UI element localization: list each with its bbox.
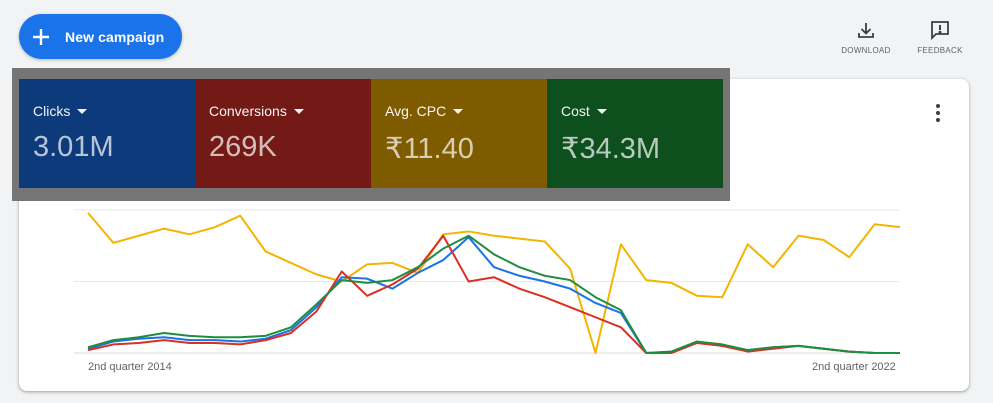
metric-value: ₹11.40: [385, 133, 474, 165]
metric-tile-cost[interactable]: Cost ₹34.3M: [547, 79, 723, 188]
x-tick-label: 2nd quarter 2022: [812, 361, 896, 373]
download-button[interactable]: DOWNLOAD: [836, 18, 896, 58]
metric-tile-conversions[interactable]: Conversions 269K: [195, 79, 371, 188]
feedback-button[interactable]: FEEDBACK: [910, 18, 970, 58]
metric-tile-avg-cpc[interactable]: Avg. CPC ₹11.40: [371, 79, 547, 188]
new-campaign-label: New campaign: [65, 28, 165, 45]
metric-name-text: Conversions: [209, 103, 287, 119]
metric-name[interactable]: Clicks: [33, 103, 88, 119]
download-icon: [856, 18, 876, 42]
metric-value: ₹34.3M: [561, 133, 661, 165]
metric-name[interactable]: Conversions: [209, 103, 304, 119]
more-vert-icon[interactable]: [927, 101, 949, 125]
dropdown-caret-icon: [77, 109, 88, 114]
metric-name-text: Avg. CPC: [385, 103, 447, 119]
metric-name-text: Clicks: [33, 103, 71, 119]
metric-value: 269K: [209, 131, 277, 163]
download-label: DOWNLOAD: [841, 46, 891, 55]
feedback-icon: [929, 18, 951, 42]
x-tick-label: 2nd quarter 2014: [88, 361, 172, 373]
feedback-label: FEEDBACK: [917, 46, 963, 55]
dropdown-caret-icon: [293, 109, 304, 114]
new-campaign-button[interactable]: New campaign: [19, 14, 182, 59]
metric-value: 3.01M: [33, 131, 114, 163]
metric-tile-clicks[interactable]: Clicks 3.01M: [19, 79, 195, 188]
plus-icon: [19, 14, 63, 59]
dropdown-caret-icon: [596, 109, 607, 114]
metric-name-text: Cost: [561, 103, 590, 119]
metric-name[interactable]: Cost: [561, 103, 607, 119]
metric-name[interactable]: Avg. CPC: [385, 103, 464, 119]
dropdown-caret-icon: [453, 109, 464, 114]
